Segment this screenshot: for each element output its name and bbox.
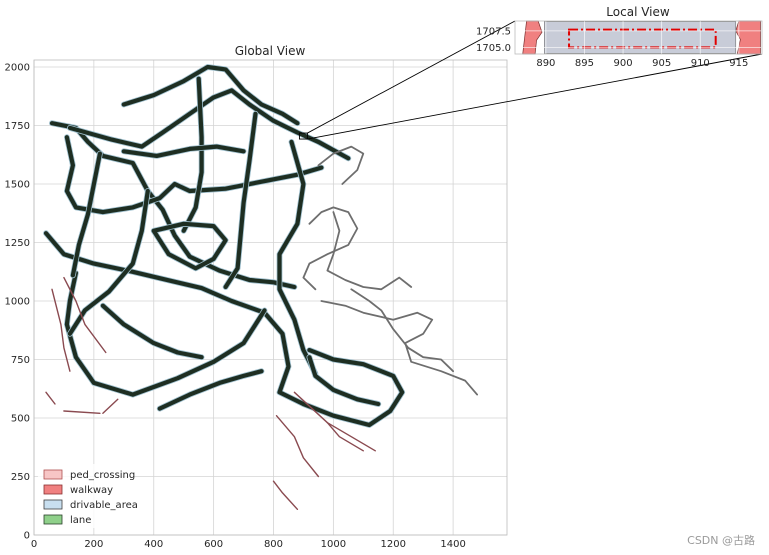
x-tick-label: 600	[204, 539, 223, 550]
local-x-tick-label: 910	[691, 58, 710, 69]
local-view-content	[522, 20, 761, 55]
local-y-tick-label: 1705.0	[476, 43, 511, 54]
legend-label: walkway	[70, 485, 113, 496]
local-view-title: Local View	[606, 5, 670, 19]
global-view-chart: 0 200 400 600 800 1000 1200 1400 0 250 500 750 1000…	[5, 44, 508, 550]
watermark: CSDN @古路	[687, 534, 755, 547]
local-x-tick-label: 895	[575, 58, 594, 69]
local-y-tick-labels: 1705.0 1707.5	[476, 26, 511, 54]
legend-label: ped_crossing	[70, 470, 135, 481]
legend-swatch	[43, 499, 63, 510]
global-view-title: Global View	[235, 44, 306, 58]
x-tick-label: 1400	[440, 539, 465, 550]
y-tick-label: 500	[11, 414, 30, 425]
y-tick-label: 1000	[5, 297, 30, 308]
legend-swatch	[43, 484, 63, 495]
y-tick-label: 1750	[5, 121, 30, 132]
legend-label: drivable_area	[70, 500, 138, 511]
x-tick-label: 1200	[381, 539, 406, 550]
global-x-tick-labels: 0 200 400 600 800 1000 1200 1400	[31, 539, 466, 550]
local-x-tick-label: 900	[614, 58, 633, 69]
drivable-area-patch	[544, 21, 737, 54]
local-x-tick-label: 890	[536, 58, 555, 69]
y-tick-label: 2000	[5, 63, 30, 74]
legend-label: lane	[70, 515, 91, 526]
walkway-patch-right	[735, 20, 761, 55]
x-tick-label: 200	[84, 539, 103, 550]
y-tick-label: 1250	[5, 238, 30, 249]
local-y-tick-label: 1707.5	[476, 26, 511, 37]
y-tick-label: 1500	[5, 180, 30, 191]
x-tick-label: 400	[144, 539, 163, 550]
local-view-chart: 890 895 900 905 910 915 1705.0 1707.5 Local Vi…	[476, 5, 763, 69]
global-y-tick-labels: 0 250 500 750 1000 1250 1500 1750 2000	[5, 63, 30, 542]
y-tick-label: 250	[11, 472, 30, 483]
x-tick-label: 1000	[321, 539, 346, 550]
y-tick-label: 750	[11, 355, 30, 366]
local-x-tick-labels: 890 895 900 905 910 915	[536, 58, 748, 69]
legend: ped_crossingwalkway drivable_arealane	[38, 464, 138, 528]
local-x-tick-label: 915	[729, 58, 748, 69]
legend-swatch	[43, 514, 63, 525]
x-tick-label: 0	[31, 539, 37, 550]
legend-swatch	[43, 469, 63, 480]
local-x-tick-label: 905	[652, 58, 671, 69]
x-tick-label: 800	[264, 539, 283, 550]
y-tick-label: 0	[24, 531, 30, 542]
figure: 0 200 400 600 800 1000 1200 1400 0 250 500 750 1000…	[5, 5, 763, 550]
